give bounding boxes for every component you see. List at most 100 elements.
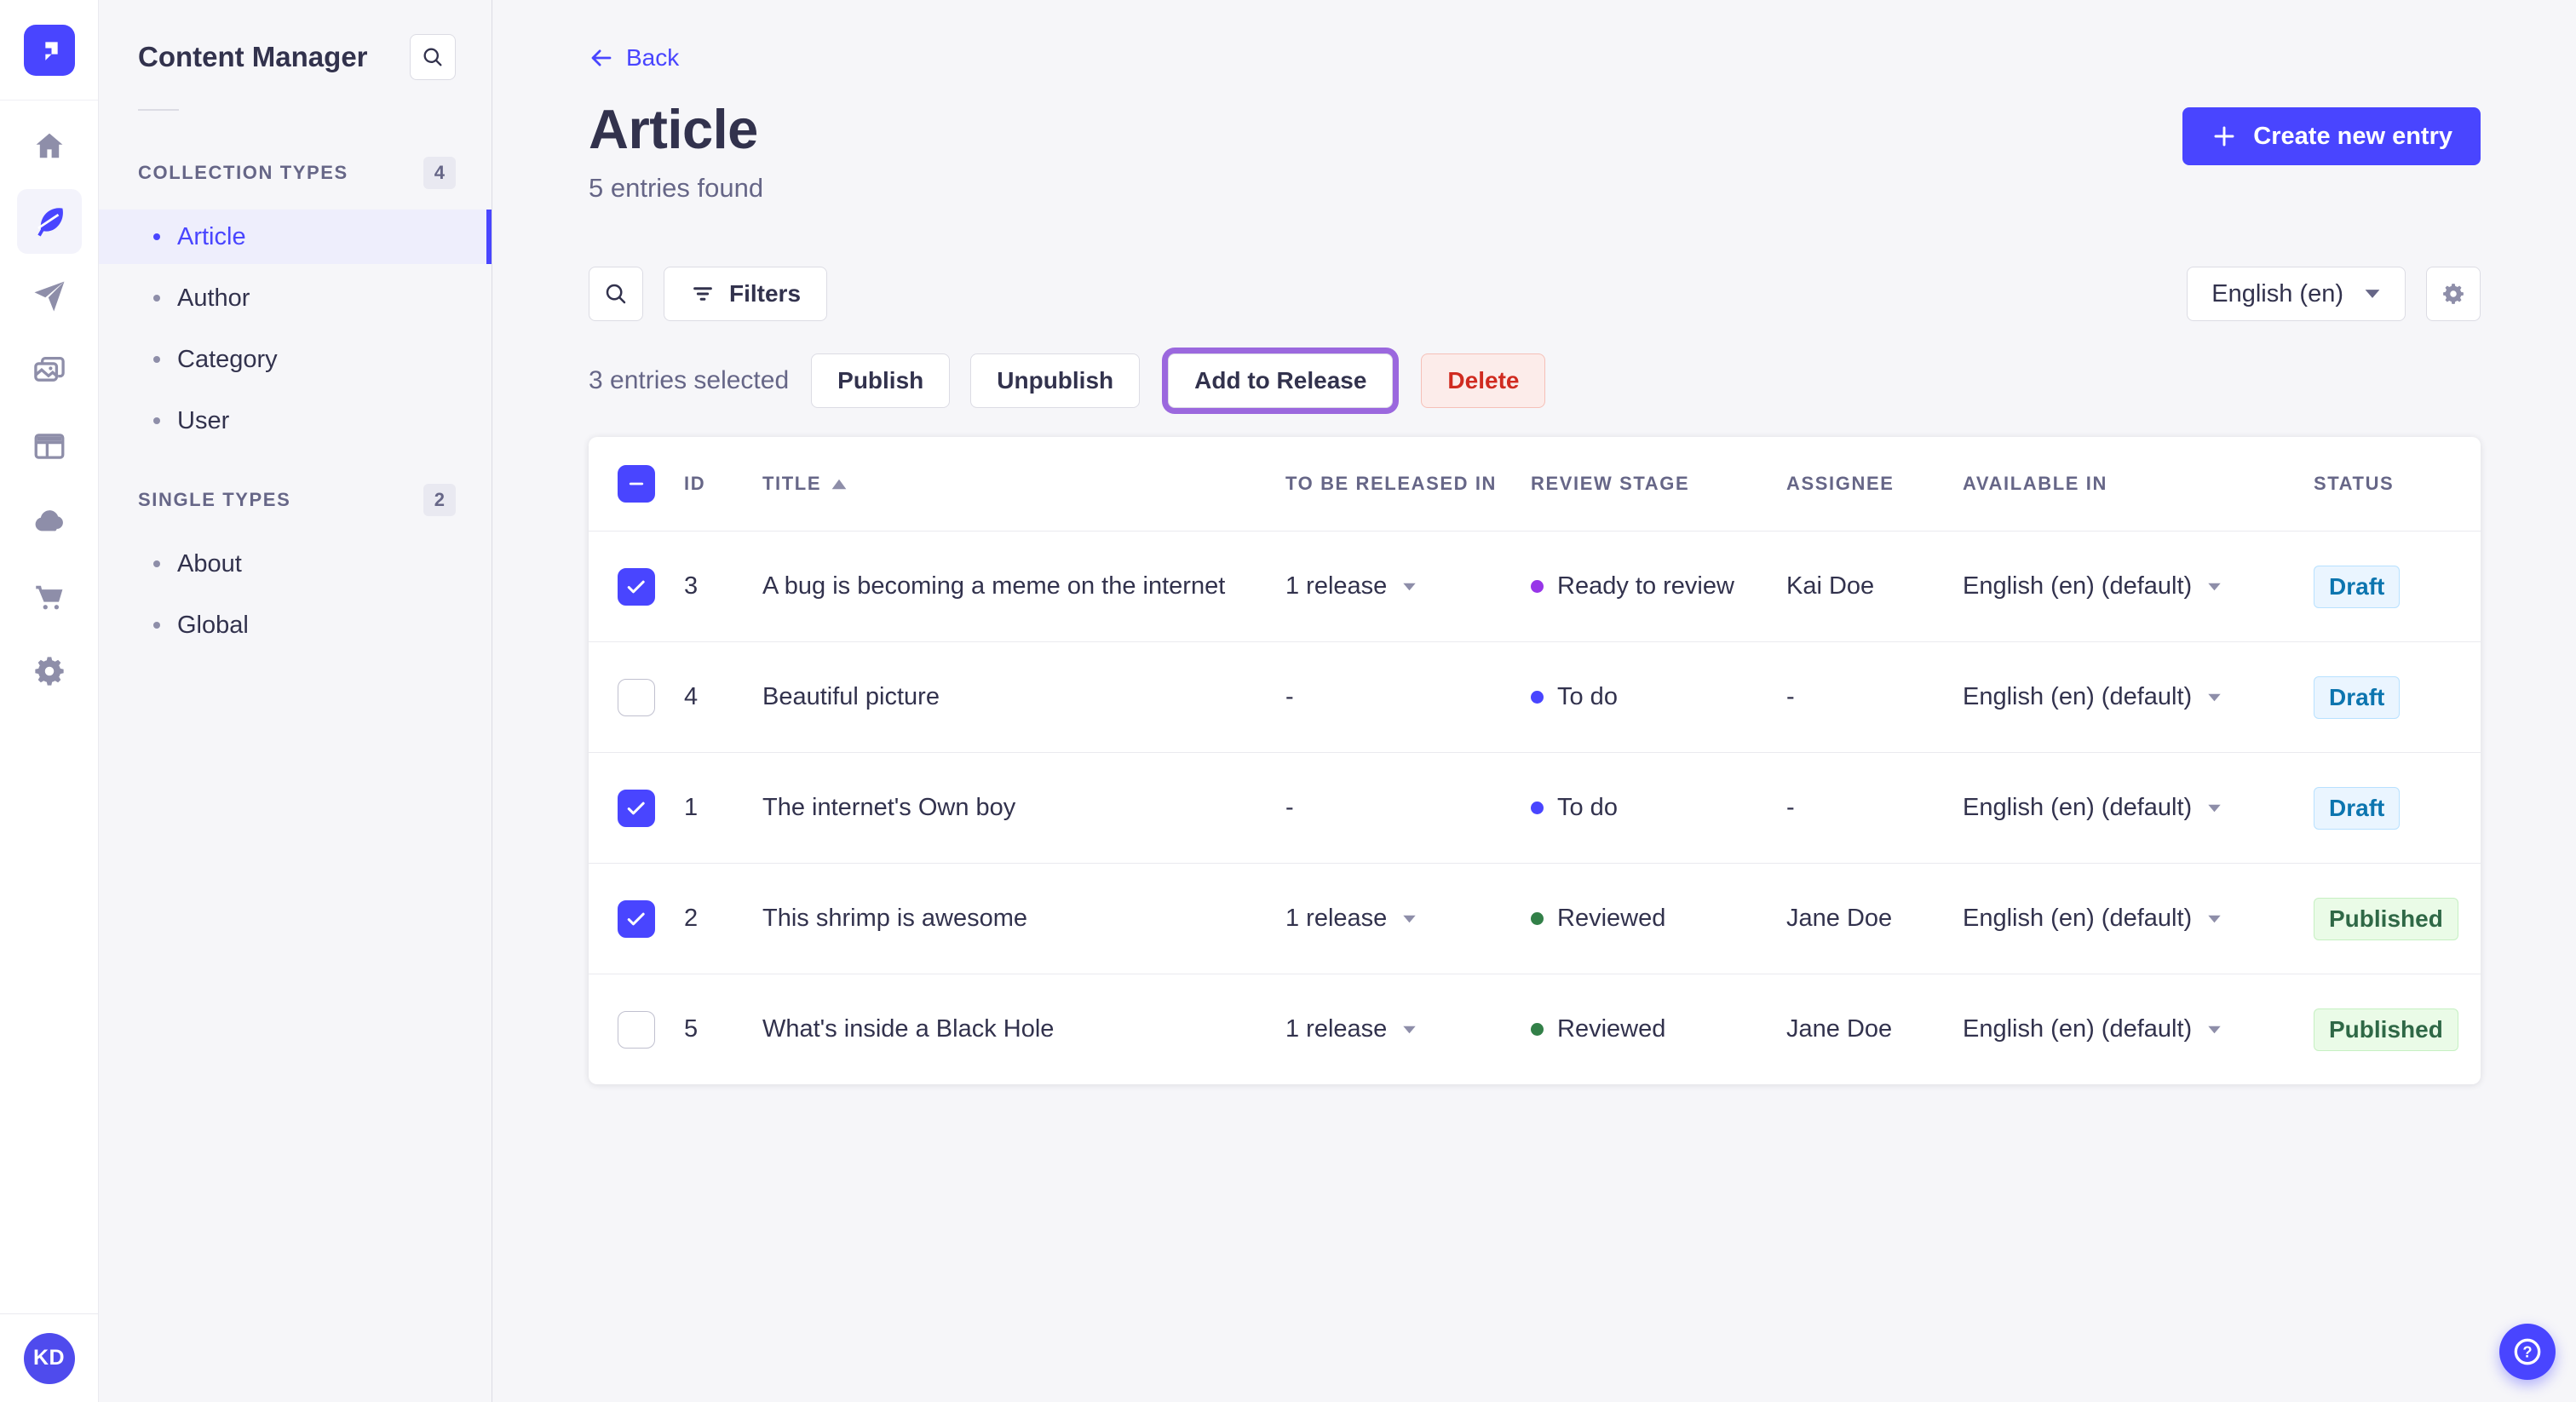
cell-release[interactable]: 1 release: [1285, 1015, 1531, 1043]
rail-bottom: KD: [0, 1313, 98, 1402]
add-to-release-button[interactable]: Add to Release: [1168, 353, 1394, 408]
cell-title: This shrimp is awesome: [762, 905, 1028, 932]
search-icon: [423, 48, 442, 66]
create-new-entry-button[interactable]: Create new entry: [2182, 107, 2481, 165]
stage-dot-icon: [1531, 1023, 1544, 1036]
caret-down-icon: [2208, 583, 2221, 590]
stage-label: To do: [1557, 683, 1618, 710]
cell-release: -: [1285, 683, 1531, 711]
locale-select[interactable]: English (en): [2187, 267, 2406, 321]
cell-available-in[interactable]: English (en) (default): [1963, 1015, 2286, 1043]
cell-id: 3: [684, 572, 699, 600]
sidebar-item-global[interactable]: Global: [99, 598, 492, 652]
column-header-status[interactable]: STATUS: [2286, 473, 2452, 495]
sidebar-item-article[interactable]: Article: [99, 210, 492, 264]
cell-available-in[interactable]: English (en) (default): [1963, 905, 2286, 933]
cell-assignee: -: [1786, 683, 1795, 710]
cell-available-in[interactable]: English (en) (default): [1963, 683, 2286, 711]
column-header-review-stage[interactable]: REVIEW STAGE: [1531, 473, 1786, 495]
column-header-title[interactable]: TITLE: [762, 473, 1285, 495]
releases-icon: [34, 281, 64, 312]
filters-label: Filters: [729, 280, 802, 307]
cell-release[interactable]: 1 release: [1285, 905, 1531, 933]
caret-down-icon: [2365, 290, 2380, 298]
rail-item-media-library[interactable]: [17, 339, 82, 404]
bullet-icon: [153, 622, 160, 629]
rail-item-content-manager[interactable]: [16, 189, 82, 254]
rail-item-marketplace[interactable]: [17, 564, 82, 629]
cell-release[interactable]: 1 release: [1285, 572, 1531, 600]
sidebar-sections: COLLECTION TYPES 4 Article Author Catego…: [99, 157, 492, 652]
caret-down-icon: [1403, 915, 1417, 922]
sidebar-search-button[interactable]: [410, 34, 456, 80]
entries-table: ID TITLE TO BE RELEASED IN REVIEW STAGE …: [589, 437, 2481, 1084]
bullet-icon: [153, 356, 160, 363]
cell-available-in[interactable]: English (en) (default): [1963, 794, 2286, 822]
cell-id: 1: [684, 794, 699, 821]
sidebar-item-category[interactable]: Category: [99, 332, 492, 387]
sidebar-item-label: Category: [177, 345, 278, 373]
view-settings-button[interactable]: [2426, 267, 2481, 321]
sidebar-item-user[interactable]: User: [99, 394, 492, 448]
filters-icon: [693, 287, 712, 301]
avatar[interactable]: KD: [23, 1332, 75, 1384]
delete-label: Delete: [1447, 367, 1520, 394]
cell-available-in[interactable]: English (en) (default): [1963, 572, 2286, 600]
rail-item-releases[interactable]: [17, 264, 82, 329]
unpublish-label: Unpublish: [997, 367, 1114, 394]
cell-title: A bug is becoming a meme on the internet: [762, 572, 1226, 600]
table-row[interactable]: 4 Beautiful picture - To do - English (e…: [589, 641, 2481, 752]
available-in-value: English (en) (default): [1963, 1015, 2193, 1043]
sidebar-item-about[interactable]: About: [99, 537, 492, 591]
column-label: TO BE RELEASED IN: [1285, 473, 1498, 494]
marketplace-icon: [35, 585, 62, 610]
check-icon: [627, 580, 645, 593]
sidebar-item-label: User: [177, 406, 230, 434]
sidebar-item-author[interactable]: Author: [99, 271, 492, 325]
rail-logo-section: [0, 0, 98, 101]
publish-button[interactable]: Publish: [811, 353, 951, 408]
column-label: ID: [684, 473, 706, 494]
cell-release: -: [1285, 794, 1531, 822]
column-header-available-in[interactable]: AVAILABLE IN: [1963, 473, 2286, 495]
row-checkbox[interactable]: [618, 567, 655, 606]
column-header-to-be-released-in[interactable]: TO BE RELEASED IN: [1285, 473, 1531, 495]
bullet-icon: [153, 417, 160, 424]
check-icon: [627, 912, 645, 925]
release-value: -: [1285, 794, 1294, 821]
column-header-assignee[interactable]: ASSIGNEE: [1786, 473, 1963, 495]
rail-item-content-type-builder[interactable]: [17, 414, 82, 479]
rail-item-settings[interactable]: [17, 639, 82, 704]
cell-assignee: -: [1786, 794, 1795, 821]
nav-rail: KD: [0, 0, 99, 1402]
publish-label: Publish: [837, 367, 924, 394]
sidebar-item-label: Author: [177, 284, 250, 312]
release-value: -: [1285, 683, 1294, 710]
back-link[interactable]: Back: [589, 44, 679, 72]
column-header-id[interactable]: ID: [684, 473, 762, 495]
available-in-value: English (en) (default): [1963, 905, 2193, 932]
stage-label: To do: [1557, 794, 1618, 821]
row-checkbox[interactable]: [618, 789, 655, 827]
rail-item-deploy[interactable]: [17, 489, 82, 554]
row-checkbox[interactable]: [618, 1010, 655, 1049]
help-icon: ?: [2514, 1338, 2541, 1365]
table-row[interactable]: 2 This shrimp is awesome 1 release Revie…: [589, 863, 2481, 974]
table-row[interactable]: 3 A bug is becoming a meme on the intern…: [589, 531, 2481, 641]
column-label: STATUS: [2314, 473, 2395, 494]
bullet-icon: [153, 295, 160, 302]
row-checkbox[interactable]: [618, 899, 655, 938]
delete-button[interactable]: Delete: [1421, 353, 1546, 408]
rail-item-home[interactable]: [17, 114, 82, 179]
unpublish-button[interactable]: Unpublish: [970, 353, 1141, 408]
table-row[interactable]: 5 What's inside a Black Hole 1 release R…: [589, 974, 2481, 1084]
filters-button[interactable]: Filters: [664, 267, 828, 321]
table-row[interactable]: 1 The internet's Own boy - To do - Engli…: [589, 752, 2481, 863]
rail-nav: [16, 114, 82, 704]
help-button[interactable]: ?: [2499, 1324, 2556, 1380]
search-entries-button[interactable]: [589, 267, 643, 321]
strapi-logo[interactable]: [23, 24, 75, 76]
caret-down-icon: [2208, 915, 2221, 922]
select-all-checkbox[interactable]: [618, 465, 655, 503]
row-checkbox[interactable]: [618, 678, 655, 716]
